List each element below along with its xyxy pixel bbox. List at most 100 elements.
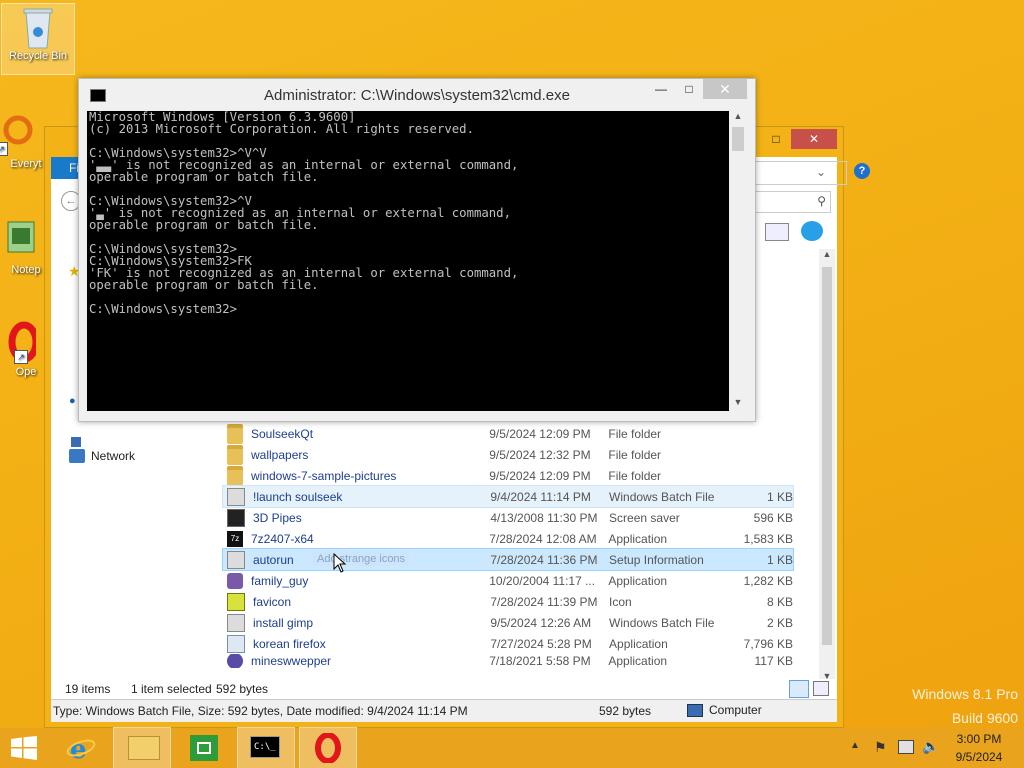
everything-search-icon: ↗ [0, 112, 36, 156]
file-row[interactable]: windows-7-sample-pictures 9/5/2024 12:09… [223, 465, 793, 486]
file-name: mineswwepper [251, 654, 332, 668]
file-row[interactable]: autorun 7/28/2024 11:36 PM Setup Informa… [222, 548, 794, 573]
search-box[interactable]: ⚲ [755, 191, 831, 213]
console-output[interactable]: Microsoft Windows [Version 6.3.9600] (c) … [87, 111, 729, 411]
start-button[interactable] [0, 728, 48, 768]
close-button[interactable]: ✕ [791, 129, 837, 149]
file-row[interactable]: 3D Pipes 4/13/2008 11:30 PM Screen saver… [223, 507, 793, 528]
nav-item-label: Network [91, 449, 136, 463]
file-size: 1,282 KB [743, 573, 793, 588]
details-size: 592 bytes [599, 704, 652, 718]
file-row[interactable]: 7z 7z2407-x64 7/28/2024 12:08 AM Applica… [223, 528, 793, 549]
svg-text:e: e [70, 735, 87, 762]
7zip-icon: 7z [227, 530, 243, 547]
cmd-title-bar[interactable]: Administrator: C:\Windows\system32\cmd.e… [79, 79, 755, 109]
volume-muted-icon[interactable]: 🔈 [922, 738, 939, 755]
preview-pane-icon[interactable] [765, 223, 789, 241]
file-type: Application [608, 654, 668, 668]
file-type: Application [609, 636, 668, 651]
address-bar[interactable]: ⌄ ? [755, 161, 870, 185]
show-hidden-icons-chevron-icon[interactable]: ▲ [850, 740, 860, 751]
taskbar-store[interactable] [176, 728, 232, 768]
file-name: korean firefox [253, 636, 326, 651]
cmd-window[interactable]: Administrator: C:\Windows\system32\cmd.e… [78, 78, 756, 422]
folder-icon [227, 465, 243, 486]
nav-item-network[interactable]: Network [69, 449, 135, 463]
windows-watermark-build: Build 9600 [951, 710, 1018, 726]
scroll-up-arrow-icon[interactable]: ▲ [729, 111, 747, 125]
console-line: operable program or batch file. [89, 170, 319, 184]
cmd-scrollbar[interactable]: ▲ ▼ [729, 111, 747, 411]
taskbar-opera[interactable] [299, 727, 357, 768]
file-size: 2 KB [767, 615, 794, 630]
file-row[interactable]: mineswwepper 7/18/2021 5:58 PM Applicati… [223, 654, 793, 668]
file-size: 1 KB [767, 489, 794, 504]
internet-explorer-icon: e [66, 735, 96, 762]
file-row[interactable]: wallpapers 9/5/2024 12:32 PM File folder [223, 444, 793, 465]
minimize-button[interactable]: — [647, 79, 675, 99]
notepad-icon [0, 218, 36, 262]
file-date: 7/28/2024 12:08 AM [489, 531, 597, 546]
chevron-down-icon[interactable]: ⌄ [816, 165, 826, 179]
file-row[interactable]: family_guy 10/20/2004 11:17 ... Applicat… [223, 570, 793, 591]
taskbar: e C:\_ ▲ ⚑ 🔈 3:00 PM 9/5/2024 [0, 727, 1024, 768]
cmd-icon: C:\_ [250, 736, 280, 758]
file-name: family_guy [251, 573, 309, 588]
file-date: 9/5/2024 12:26 AM [490, 615, 592, 630]
file-tab[interactable]: Fi [51, 157, 81, 179]
large-icons-view-icon[interactable] [813, 681, 829, 696]
scrollbar-thumb[interactable] [822, 267, 832, 645]
file-type: Icon [609, 594, 632, 609]
item-count: 19 items [65, 682, 111, 696]
file-date: 9/5/2024 12:32 PM [489, 447, 591, 462]
action-center-flag-icon[interactable]: ⚑ [874, 739, 887, 756]
file-type: Application [608, 573, 668, 588]
application-icon [227, 572, 243, 589]
scrollbar-thumb[interactable] [732, 127, 744, 151]
file-row[interactable]: SoulseekQt 9/5/2024 12:09 PM File folder [223, 423, 793, 444]
help-icon[interactable]: ? [854, 163, 870, 179]
file-type: Windows Batch File [609, 489, 715, 504]
file-type: Windows Batch File [609, 615, 715, 630]
desktop-icon-recycle-bin[interactable]: Recycle Bin [1, 3, 75, 75]
vertical-scrollbar[interactable]: ▲ ▼ [819, 249, 835, 705]
computer-icon [687, 703, 703, 717]
file-row[interactable]: !launch soulseek 9/4/2024 11:14 PM Windo… [222, 485, 794, 508]
file-row[interactable]: korean firefox 7/27/2024 5:28 PM Applica… [223, 633, 793, 654]
details-pane-icon[interactable] [801, 221, 823, 241]
maximize-button[interactable]: □ [675, 79, 703, 99]
file-date: 9/5/2024 12:09 PM [489, 468, 591, 483]
network-icon [69, 449, 85, 463]
cmd-title-buttons: — □ ✕ [647, 79, 747, 99]
console-line: operable program or batch file. [89, 278, 319, 292]
taskbar-internet-explorer[interactable]: e [54, 728, 110, 768]
file-size: 7,796 KB [743, 636, 794, 651]
opera-icon [315, 733, 341, 763]
file-name: SoulseekQt [251, 426, 314, 441]
file-type: File folder [608, 468, 662, 483]
computer-icon [71, 437, 81, 447]
clock-date[interactable]: 9/5/2024 [946, 750, 1012, 764]
location-label: Computer [709, 703, 762, 717]
network-tray-icon[interactable] [898, 740, 914, 754]
scroll-down-arrow-icon[interactable]: ▼ [729, 397, 747, 411]
selection-count: 1 item selected [131, 682, 212, 696]
status-bar: 19 items 1 item selected 592 bytes [51, 679, 837, 699]
file-name: wallpapers [251, 447, 309, 462]
close-button[interactable]: ✕ [703, 79, 747, 99]
minesweeper-icon [227, 654, 243, 668]
taskbar-file-explorer[interactable] [113, 727, 171, 768]
screensaver-icon [227, 508, 245, 527]
file-row[interactable]: install gimp 9/5/2024 12:26 AM Windows B… [223, 612, 793, 633]
scroll-up-arrow-icon[interactable]: ▲ [819, 249, 835, 263]
shortcut-arrow-icon: ↗ [14, 350, 28, 364]
file-date: 7/27/2024 5:28 PM [490, 636, 592, 651]
icon-file-icon [227, 592, 245, 611]
taskbar-command-prompt[interactable]: C:\_ [237, 727, 295, 768]
drag-ghost-label: Add strange icons [313, 552, 410, 566]
maximize-button[interactable]: □ [761, 129, 791, 149]
clock-time[interactable]: 3:00 PM [946, 732, 1012, 746]
file-name: 3D Pipes [253, 510, 302, 525]
details-view-icon[interactable] [789, 680, 809, 698]
file-row[interactable]: favicon 7/28/2024 11:39 PM Icon 8 KB [223, 591, 793, 612]
